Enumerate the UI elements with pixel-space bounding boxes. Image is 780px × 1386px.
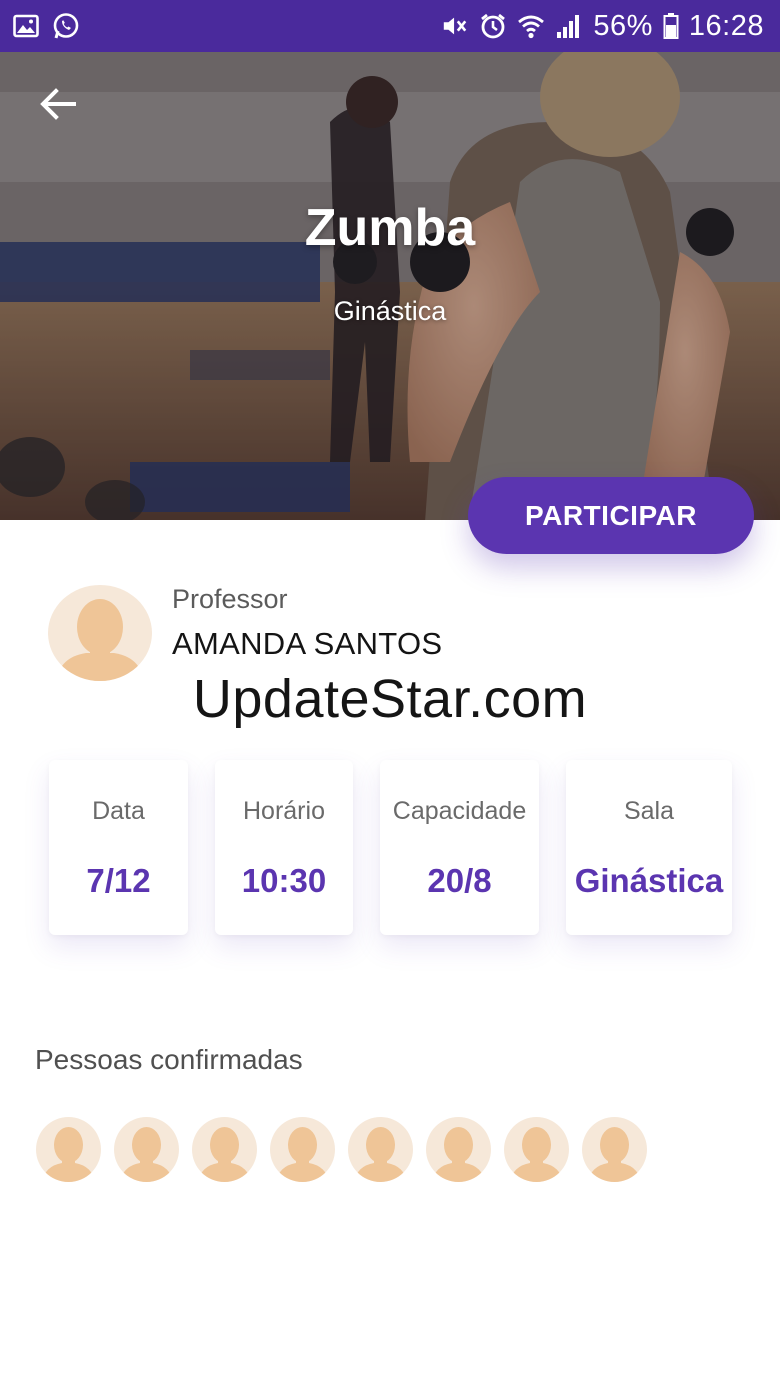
info-card-capacity: Capacidade 20/8 xyxy=(380,760,539,935)
info-card-value: Ginástica xyxy=(574,862,724,899)
professor-name: AMANDA SANTOS xyxy=(172,626,443,661)
whatsapp-icon xyxy=(52,12,80,40)
status-right: 56% 16:28 xyxy=(441,10,764,43)
confirmed-person-avatar[interactable] xyxy=(348,1117,413,1182)
confirmed-title: Pessoas confirmadas xyxy=(35,1044,303,1075)
info-card-label: Capacidade xyxy=(392,797,527,825)
class-hero-image: Zumba Ginástica xyxy=(0,52,780,520)
confirmed-person-avatar[interactable] xyxy=(36,1117,101,1182)
confirmed-person-avatar[interactable] xyxy=(504,1117,569,1182)
hero-overlay xyxy=(0,52,780,520)
confirmed-people-list xyxy=(36,1117,647,1182)
signal-icon xyxy=(555,12,583,40)
confirmed-person-avatar[interactable] xyxy=(582,1117,647,1182)
back-button[interactable] xyxy=(30,76,86,132)
confirmed-person-avatar[interactable] xyxy=(114,1117,179,1182)
arrow-left-icon xyxy=(40,88,76,120)
battery-icon xyxy=(663,12,679,40)
info-card-value: 10:30 xyxy=(241,862,327,899)
info-card-label: Data xyxy=(92,797,145,825)
status-left xyxy=(12,12,80,40)
alarm-icon xyxy=(479,12,507,40)
info-card-label: Sala xyxy=(623,797,675,825)
info-card-date: Data 7/12 xyxy=(49,760,188,935)
watermark: UpdateStar.com xyxy=(192,669,588,729)
image-icon xyxy=(12,12,40,40)
participar-button[interactable]: PARTICIPAR xyxy=(468,477,754,554)
info-card-label: Horário xyxy=(243,797,325,825)
info-card-value: 7/12 xyxy=(86,862,151,899)
confirmed-person-avatar[interactable] xyxy=(270,1117,335,1182)
clock: 16:28 xyxy=(688,9,764,42)
info-card-value: 20/8 xyxy=(427,862,492,899)
class-category: Ginástica xyxy=(333,296,447,326)
mute-icon xyxy=(441,12,469,40)
professor-label: Professor xyxy=(172,584,288,614)
confirmed-person-avatar[interactable] xyxy=(426,1117,491,1182)
confirmed-person-avatar[interactable] xyxy=(192,1117,257,1182)
info-card-time: Horário 10:30 xyxy=(215,760,353,935)
battery-percent: 56% xyxy=(593,9,653,42)
info-card-room: Sala Ginástica xyxy=(566,760,732,935)
class-title: Zumba xyxy=(304,199,476,257)
professor-avatar xyxy=(48,585,152,681)
wifi-icon xyxy=(517,12,545,40)
status-bar: 56% 16:28 xyxy=(0,0,780,52)
